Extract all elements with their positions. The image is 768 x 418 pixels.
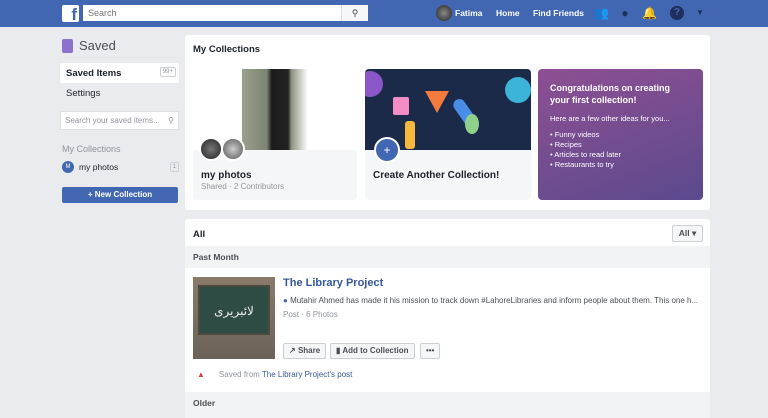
add-label: Add to Collection <box>342 346 409 355</box>
collection-card-my-photos[interactable]: my photos Shared · 2 Contributors <box>193 69 357 200</box>
share-label: Share <box>297 346 321 355</box>
idea-item: • Recipes <box>550 140 582 149</box>
collection-cover-image <box>193 69 357 150</box>
page-icon: ▲ <box>197 370 205 379</box>
saved-title-text: Saved <box>79 38 116 53</box>
facebook-logo[interactable]: f <box>62 5 79 22</box>
collection-count: 1 <box>169 162 179 172</box>
saved-items-label: Saved Items <box>66 68 122 79</box>
contributor-avatar <box>199 137 223 161</box>
filter-dropdown[interactable]: All ▾ <box>672 225 703 242</box>
contributor-avatar <box>221 137 245 161</box>
saved-search-input[interactable]: Search your saved items... ⚲ <box>60 111 179 130</box>
section-past-month: Past Month <box>185 246 710 268</box>
share-button[interactable]: ↗ Share <box>283 343 327 359</box>
home-link[interactable]: Home <box>496 8 520 18</box>
collection-subtitle: Shared · 2 Contributors <box>201 182 285 191</box>
bookmark-icon <box>62 38 73 53</box>
search-icon[interactable]: ⚲ <box>341 5 368 21</box>
search-input[interactable] <box>83 5 341 21</box>
collection-name: my photos <box>79 162 119 172</box>
notifications-icon[interactable]: 🔔 <box>642 6 657 20</box>
bullet-icon: ● <box>283 296 291 305</box>
share-icon: ↗ <box>289 346 298 355</box>
new-collection-label: New Collection <box>94 190 153 199</box>
new-collection-button[interactable]: + New Collection <box>62 187 178 203</box>
profile-link[interactable]: Fatima <box>455 8 482 18</box>
find-friends-link[interactable]: Find Friends <box>533 8 584 18</box>
panel-title: My Collections <box>193 44 261 55</box>
section-older: Older <box>185 392 710 418</box>
search-icon: ⚲ <box>168 116 174 125</box>
thumbnail-sign-text: لائبریری <box>198 285 270 335</box>
create-collection-card[interactable]: + Create Another Collection! <box>365 69 531 200</box>
saved-search-placeholder: Search your saved items... <box>65 116 160 125</box>
top-bar: f ⚲ Fatima Home Find Friends 👥 ● 🔔 ? ▼ <box>0 0 768 27</box>
sidebar-collection-my-photos[interactable]: Mmy photos 1 <box>62 161 179 173</box>
promo-intro: Here are a few other ideas for you... <box>550 114 670 123</box>
saved-count-badge: 99+ <box>159 67 176 77</box>
collection-title: Create Another Collection! <box>373 170 500 181</box>
avatar[interactable] <box>436 5 452 21</box>
item-meta: Post · 6 Photos <box>283 310 338 319</box>
item-title-link[interactable]: The Library Project <box>283 277 383 289</box>
idea-item: • Funny videos <box>550 130 600 139</box>
congrats-promo-card: Congratulations on creating your first c… <box>538 69 703 200</box>
saved-items-panel: All All ▾ Past Month لائبریری The Librar… <box>185 219 710 418</box>
idea-item: • Articles to read later <box>550 150 621 159</box>
item-description: ● Mutahir Ahmed has made it his mission … <box>283 296 698 305</box>
collection-initial-icon: M <box>62 161 74 173</box>
messenger-icon[interactable]: ● <box>618 6 632 20</box>
more-options-button[interactable]: ••• <box>420 343 441 359</box>
idea-item: • Restaurants to try <box>550 160 614 169</box>
collection-title: my photos <box>201 170 252 181</box>
item-description-text: Mutahir Ahmed has made it his mission to… <box>290 296 699 305</box>
saved-from: ▲ Saved from The Library Project's post <box>197 370 352 379</box>
my-collections-panel: My Collections my photos Shared · 2 Cont… <box>185 35 710 210</box>
my-collections-heading: My Collections <box>62 144 121 154</box>
promo-title: Congratulations on creating your first c… <box>550 83 671 105</box>
panel-title: All <box>193 229 206 240</box>
item-thumbnail[interactable]: لائبریری <box>193 277 275 359</box>
add-to-collection-button[interactable]: ▮ Add to Collection <box>330 343 415 359</box>
sidebar-item-saved-items[interactable]: Saved Items 99+ <box>60 63 179 83</box>
chevron-down-icon[interactable]: ▼ <box>693 6 707 20</box>
friends-icon[interactable]: 👥 <box>594 6 609 20</box>
saved-source-link[interactable]: The Library Project's post <box>262 370 352 379</box>
help-icon[interactable]: ? <box>670 6 684 20</box>
saved-title: Saved <box>62 38 116 53</box>
saved-from-label: Saved from <box>218 370 260 379</box>
search-box: ⚲ <box>83 5 368 21</box>
sidebar-item-settings[interactable]: Settings <box>66 88 100 99</box>
add-collection-icon[interactable]: + <box>374 137 400 163</box>
